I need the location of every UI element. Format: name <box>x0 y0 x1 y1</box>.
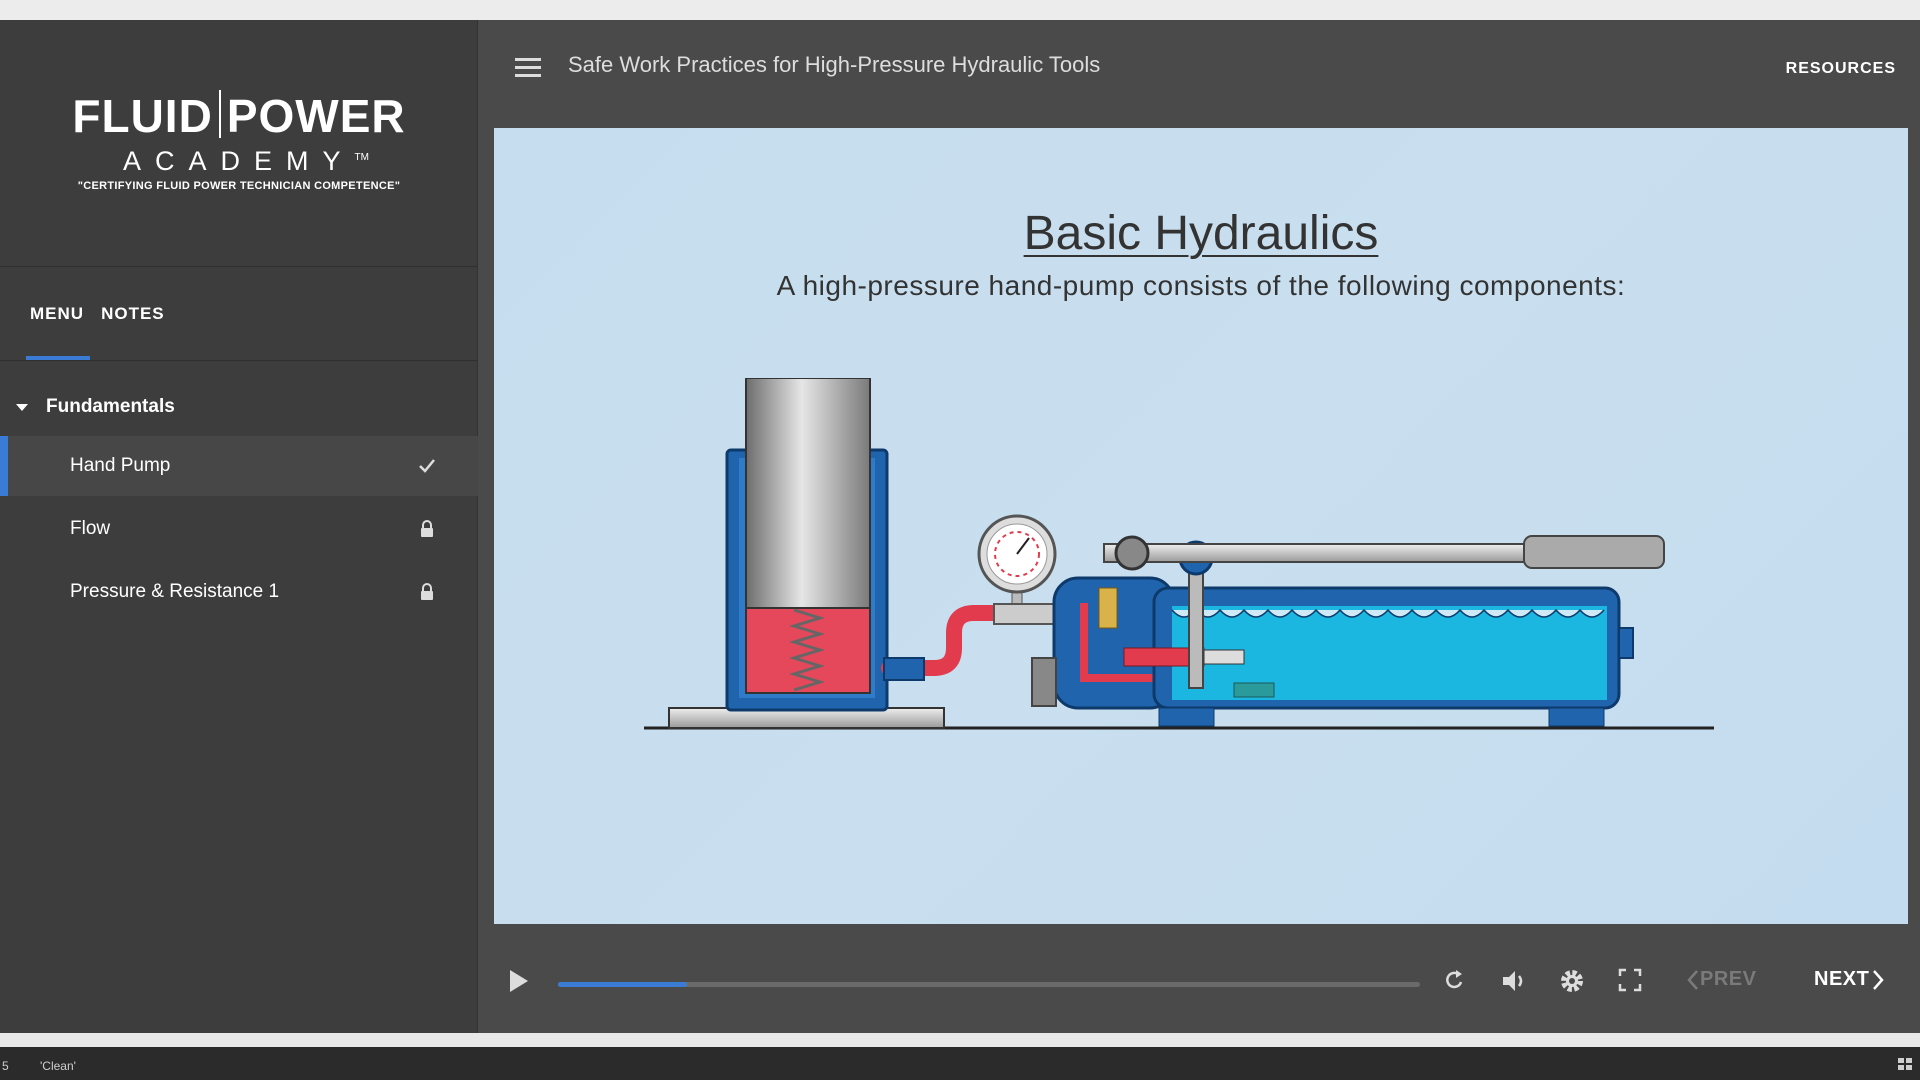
slide-subtitle: A high-pressure hand-pump consists of th… <box>776 270 1626 301</box>
logo-trademark: TM <box>354 152 369 163</box>
tab-menu[interactable]: MENU <box>30 304 84 324</box>
volume-icon[interactable] <box>1500 967 1528 995</box>
sidebar-tabs: MENU NOTES <box>30 304 165 324</box>
tab-notes[interactable]: NOTES <box>101 304 165 324</box>
top-strip <box>0 0 1920 20</box>
fluid-power-academy-logo: FLUID POWER ACADEMYTM "CERTIFYING FLUID P… <box>0 90 478 192</box>
status-middle-text: 'Clean' <box>40 1059 76 1073</box>
settings-gear-icon[interactable] <box>1558 967 1586 995</box>
section-fundamentals[interactable]: Fundamentals <box>16 396 175 418</box>
status-left-text: 5 <box>2 1059 9 1073</box>
lesson-hand-pump[interactable]: Hand Pump <box>0 436 478 496</box>
fullscreen-icon[interactable] <box>1618 968 1642 992</box>
chevron-left-icon <box>1687 969 1698 990</box>
lesson-label: Pressure & Resistance 1 <box>70 581 280 602</box>
progress-fill <box>558 982 688 987</box>
lock-icon <box>421 520 433 537</box>
lesson-label: Flow <box>70 518 111 539</box>
caret-down-icon <box>16 403 28 411</box>
logo-academy-text: ACADEMY <box>123 146 355 176</box>
lesson-label: Hand Pump <box>70 455 171 476</box>
logo-wordmark: FLUID POWER <box>0 90 478 141</box>
lesson-flow[interactable]: Flow <box>0 499 478 559</box>
next-button[interactable]: NEXT <box>1814 968 1885 991</box>
sidebar-divider <box>0 266 478 267</box>
sidebar: FLUID POWER ACADEMYTM "CERTIFYING FLUID P… <box>0 20 478 1033</box>
release-valve <box>1031 657 1057 707</box>
logo-word-right: POWER <box>226 90 406 142</box>
replay-icon[interactable] <box>1442 968 1466 994</box>
logo-separator <box>218 90 221 138</box>
check-icon <box>419 459 435 473</box>
bottom-strip <box>0 1033 1920 1047</box>
handle-grip <box>1523 535 1665 569</box>
sidebar-tabs-divider <box>0 360 478 361</box>
hamburger-menu-icon[interactable] <box>515 58 541 78</box>
slide-stage: Basic Hydraulics A high-pressure hand-pu… <box>494 128 1908 924</box>
logo-academy: ACADEMYTM <box>0 143 478 176</box>
logo-tagline: "CERTIFYING FLUID POWER TECHNICIAN COMPE… <box>77 180 401 192</box>
hand-pump-diagram <box>644 378 1714 730</box>
section-label: Fundamentals <box>46 396 175 417</box>
lesson-pressure-resistance-1[interactable]: Pressure & Resistance 1 <box>0 562 478 622</box>
slide-title: Basic Hydraulics <box>1023 207 1379 260</box>
play-icon[interactable] <box>508 968 530 994</box>
next-label: NEXT <box>1814 968 1870 990</box>
grid-icon[interactable] <box>1898 1058 1912 1070</box>
lock-icon <box>421 583 433 600</box>
prev-button[interactable]: PREV <box>1686 968 1756 991</box>
status-bar: 5 'Clean' <box>0 1047 1920 1080</box>
player-controls: PREV NEXT <box>494 960 1908 1010</box>
resources-button[interactable]: RESOURCES <box>1786 60 1896 78</box>
course-title: Safe Work Practices for High-Pressure Hy… <box>568 52 1101 77</box>
prev-label: PREV <box>1700 968 1757 990</box>
progress-bar[interactable] <box>558 982 1420 987</box>
course-player: FLUID POWER ACADEMYTM "CERTIFYING FLUID P… <box>0 20 1920 1033</box>
logo-word-left: FLUID <box>72 90 213 142</box>
chevron-right-icon <box>1873 969 1885 990</box>
